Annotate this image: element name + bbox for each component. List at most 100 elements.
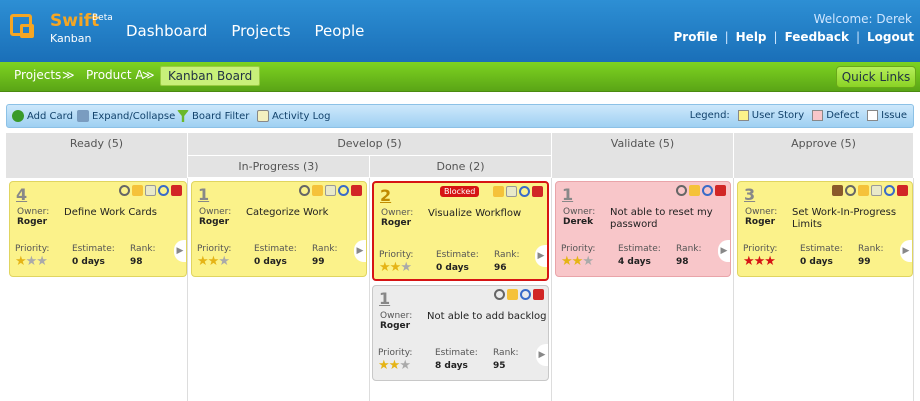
edit-icon[interactable]	[325, 185, 336, 196]
card[interactable]: 3 Owner: Roger Set Work-In-Progress Limit…	[737, 181, 913, 277]
briefcase-icon[interactable]	[832, 185, 843, 196]
delete-icon[interactable]	[532, 186, 543, 197]
comment-icon[interactable]	[507, 289, 518, 300]
card-number[interactable]: 1	[379, 289, 390, 308]
app-header: Swift Beta Kanban Dashboard Projects Peo…	[0, 0, 920, 62]
breadcrumb-projects[interactable]: Projects	[14, 68, 61, 82]
column-done[interactable]: Done (2)	[370, 155, 552, 177]
expand-collapse-button[interactable]: Expand/Collapse	[77, 110, 175, 122]
help-link[interactable]: Help	[736, 30, 767, 44]
priority-stars: ★★★	[743, 254, 776, 269]
move-back-icon[interactable]	[519, 186, 530, 197]
expand-arrow-icon[interactable]: ▶	[354, 240, 366, 262]
delete-icon[interactable]	[533, 289, 544, 300]
column-ready[interactable]: Ready (5)	[6, 133, 188, 178]
nav-people[interactable]: People	[315, 22, 365, 40]
move-back-icon[interactable]	[520, 289, 531, 300]
breadcrumb-current: Kanban Board	[160, 66, 261, 86]
block-icon[interactable]	[676, 185, 687, 196]
column-inprogress[interactable]: In-Progress (3)	[188, 155, 370, 177]
card-owner: Owner: Roger	[381, 208, 414, 228]
add-icon	[12, 110, 24, 122]
comment-icon[interactable]	[689, 185, 700, 196]
card-rank: 99	[858, 257, 871, 267]
card-estimate: 8 days	[435, 361, 468, 371]
activity-log-button[interactable]: Activity Log	[257, 110, 330, 122]
comment-icon[interactable]	[493, 186, 504, 197]
move-back-icon[interactable]	[338, 185, 349, 196]
card-rank: 99	[312, 257, 325, 267]
expand-arrow-icon[interactable]: ▶	[536, 344, 548, 366]
card-title: Categorize Work	[246, 207, 329, 218]
card-number[interactable]: 1	[198, 185, 209, 204]
card-estimate: 0 days	[800, 257, 833, 267]
edit-icon[interactable]	[506, 186, 517, 197]
card-estimate: 0 days	[254, 257, 287, 267]
card-estimate: 0 days	[436, 263, 469, 273]
priority-stars: ★★★	[379, 260, 412, 275]
profile-link[interactable]: Profile	[673, 30, 717, 44]
card-rank: 96	[494, 263, 507, 273]
breadcrumb-sep: ≫	[142, 68, 155, 82]
move-back-icon[interactable]	[158, 185, 169, 196]
card-number[interactable]: 1	[562, 185, 573, 204]
board-filter-button[interactable]: Board Filter	[177, 110, 249, 122]
edit-icon[interactable]	[145, 185, 156, 196]
card-rank: 98	[130, 257, 143, 267]
column-validate[interactable]: Validate (5)	[552, 133, 734, 178]
filter-icon	[177, 110, 189, 122]
expand-icon	[77, 110, 89, 122]
swift-kanban-logo[interactable]: Swift Beta Kanban	[6, 10, 116, 50]
block-icon[interactable]	[119, 185, 130, 196]
card-title: Define Work Cards	[64, 207, 157, 218]
expand-arrow-icon[interactable]: ▶	[718, 240, 730, 262]
expand-arrow-icon[interactable]: ▶	[174, 240, 186, 262]
card[interactable]: 1 Owner: Roger Not able to add backlog Pr…	[372, 285, 549, 381]
expand-arrow-icon[interactable]: ▶	[900, 240, 912, 262]
logo-mark-inner-icon	[20, 24, 34, 38]
column-approve[interactable]: Approve (5)	[734, 133, 914, 178]
expand-arrow-icon[interactable]: ▶	[535, 245, 547, 267]
nav-dashboard[interactable]: Dashboard	[126, 22, 207, 40]
card-rank: 95	[493, 361, 506, 371]
block-icon[interactable]	[494, 289, 505, 300]
priority-stars: ★★★	[15, 254, 48, 269]
delete-icon[interactable]	[897, 185, 908, 196]
move-back-icon[interactable]	[884, 185, 895, 196]
feedback-link[interactable]: Feedback	[785, 30, 849, 44]
delete-icon[interactable]	[171, 185, 182, 196]
nav-projects[interactable]: Projects	[231, 22, 290, 40]
card[interactable]: 2 Blocked Owner: Roger Visualize Workflow…	[372, 181, 549, 281]
breadcrumb-product[interactable]: Product A	[86, 68, 144, 82]
card-estimate: 0 days	[72, 257, 105, 267]
card[interactable]: 1 Owner: Roger Categorize Work Priority: …	[191, 181, 367, 277]
add-card-button[interactable]: Add Card	[12, 110, 73, 122]
edit-icon[interactable]	[871, 185, 882, 196]
card-owner: Owner: Derek	[563, 207, 596, 227]
legend: Legend: User Story Defect Issue	[689, 110, 907, 121]
card-number[interactable]: 4	[16, 185, 27, 204]
comment-icon[interactable]	[858, 185, 869, 196]
move-back-icon[interactable]	[702, 185, 713, 196]
card-title: Set Work-In-Progress Limits	[792, 207, 897, 230]
card-rank: 98	[676, 257, 689, 267]
priority-stars: ★★★	[561, 254, 594, 269]
account-links: Profile | Help | Feedback | Logout	[673, 30, 914, 44]
delete-icon[interactable]	[351, 185, 362, 196]
logo-beta: Beta	[92, 13, 113, 23]
delete-icon[interactable]	[715, 185, 726, 196]
card-number[interactable]: 3	[744, 185, 755, 204]
card[interactable]: 1 Owner: Derek Not able to reset my passw…	[555, 181, 731, 277]
block-icon[interactable]	[845, 185, 856, 196]
logo-subtitle: Kanban	[50, 32, 92, 45]
priority-stars: ★★★	[197, 254, 230, 269]
card[interactable]: 4 Owner: Roger Define Work Cards Priority…	[9, 181, 187, 277]
comment-icon[interactable]	[312, 185, 323, 196]
card-estimate: 4 days	[618, 257, 651, 267]
logout-link[interactable]: Logout	[867, 30, 914, 44]
block-icon[interactable]	[299, 185, 310, 196]
quick-links-button[interactable]: Quick Links	[836, 66, 916, 88]
comment-icon[interactable]	[132, 185, 143, 196]
card-number[interactable]: 2	[380, 186, 391, 205]
column-develop[interactable]: Develop (5)	[188, 133, 552, 155]
